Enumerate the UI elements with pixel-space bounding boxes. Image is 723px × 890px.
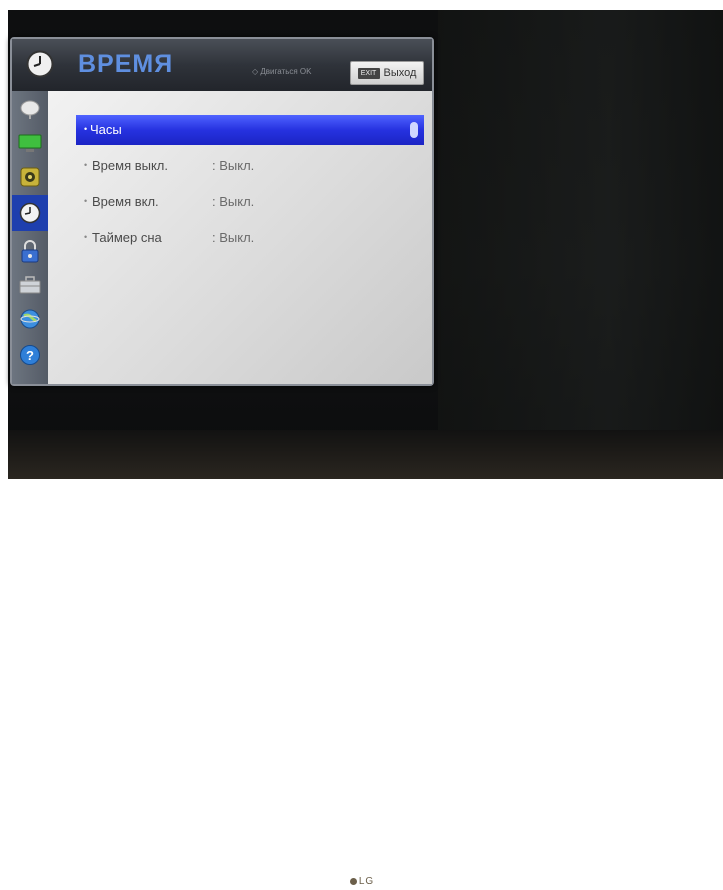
lg-logo-icon xyxy=(349,878,357,885)
lock-icon xyxy=(21,240,39,263)
globe-icon xyxy=(20,309,40,329)
setting-row-off-time[interactable]: • Время выкл. : Выкл. xyxy=(48,151,432,181)
exit-button[interactable]: EXIT Выход xyxy=(350,61,424,85)
setting-label: Время выкл. xyxy=(92,158,169,173)
setting-row-on-time[interactable]: • Время вкл. : Выкл. xyxy=(48,187,432,217)
bullet-icon: • xyxy=(84,160,88,170)
setting-label: Часы xyxy=(90,122,122,137)
setting-value: : Выкл. xyxy=(212,194,255,209)
sidebar-item-audio[interactable] xyxy=(16,163,44,191)
briefcase-icon xyxy=(19,276,41,294)
sidebar-item-picture[interactable] xyxy=(16,129,44,157)
tv-background xyxy=(438,10,723,430)
monitor-icon xyxy=(18,134,42,152)
menu-header: ВРЕМЯ ◇ Двигаться OK EXIT Выход xyxy=(12,39,432,91)
page-title: ВРЕМЯ xyxy=(78,50,174,78)
settings-panel: • Часы • Время выкл. : Выкл. • Время вкл… xyxy=(48,91,432,384)
sidebar-item-help[interactable]: ? xyxy=(16,341,44,369)
bullet-icon: • xyxy=(84,196,88,206)
satellite-dish-icon xyxy=(20,100,40,119)
setting-row-clock[interactable]: • Часы xyxy=(76,115,424,145)
clock-icon xyxy=(19,202,41,224)
setting-label: Время вкл. xyxy=(92,194,159,209)
svg-text:?: ? xyxy=(26,348,34,363)
brand-text: LG xyxy=(358,876,375,887)
help-icon: ? xyxy=(20,345,40,365)
sidebar: ? xyxy=(12,91,48,384)
sidebar-item-options[interactable] xyxy=(16,271,44,299)
exit-label: Выход xyxy=(383,67,417,79)
bullet-icon: • xyxy=(84,124,88,134)
speaker-icon xyxy=(20,167,40,187)
exit-key-icon: EXIT xyxy=(357,67,380,79)
time-menu: ВРЕМЯ ◇ Двигаться OK EXIT Выход ? • Часы… xyxy=(10,37,434,386)
setting-label: Таймер сна xyxy=(92,230,162,245)
navigation-hint: ◇ Двигаться OK xyxy=(252,67,312,76)
tv-bezel: LG xyxy=(8,430,723,887)
sidebar-item-channels[interactable] xyxy=(16,95,44,123)
setting-value: : Выкл. xyxy=(212,158,255,173)
bullet-icon: • xyxy=(84,232,88,242)
sidebar-item-lock[interactable] xyxy=(16,237,44,265)
sidebar-item-network[interactable] xyxy=(16,305,44,333)
enter-indicator-icon xyxy=(410,122,418,138)
setting-value: : Выкл. xyxy=(212,230,255,245)
brand-logo: LG xyxy=(342,876,382,890)
setting-row-sleep-timer[interactable]: • Таймер сна : Выкл. xyxy=(48,223,432,253)
clock-icon xyxy=(26,50,54,78)
sidebar-item-time[interactable] xyxy=(12,195,48,231)
